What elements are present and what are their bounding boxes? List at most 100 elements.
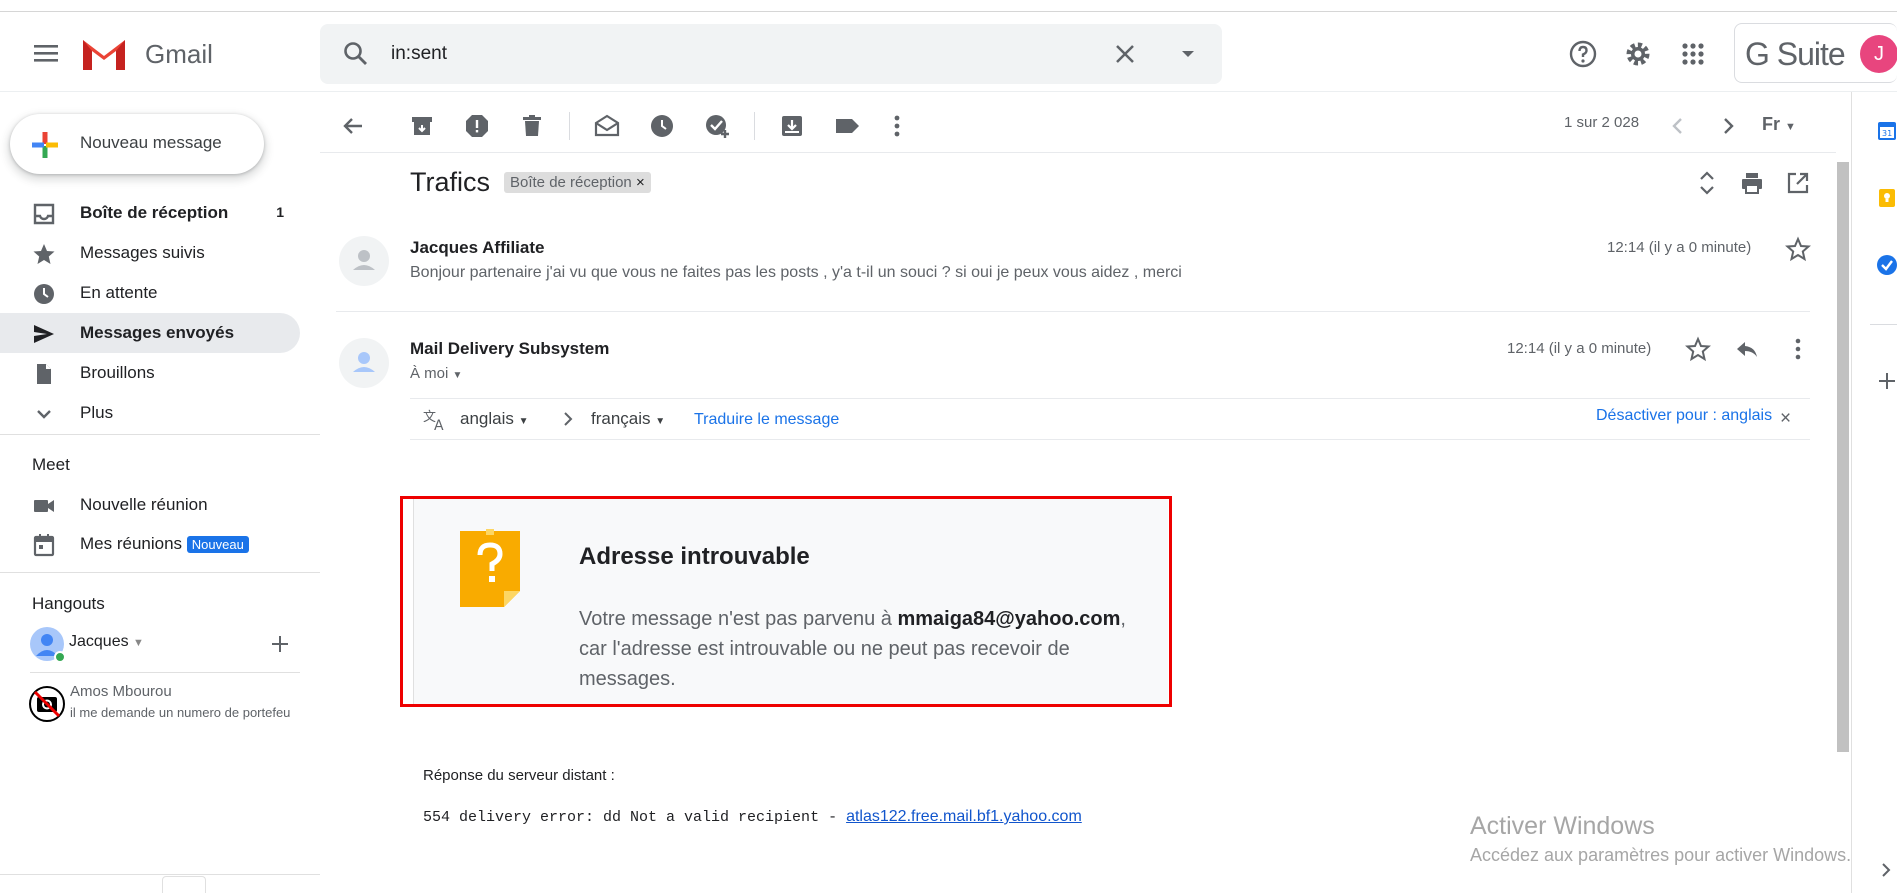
contact-name[interactable]: Amos Mbourou	[70, 683, 172, 700]
remove-label-icon[interactable]: ×	[636, 174, 645, 191]
apps-grid-icon[interactable]	[1677, 38, 1709, 70]
star-icon[interactable]	[1785, 236, 1811, 262]
hangouts-tab[interactable]	[162, 876, 206, 893]
chevron-right-icon[interactable]	[1714, 112, 1742, 140]
search-bar[interactable]: in:sent	[320, 24, 1222, 84]
archive-icon[interactable]	[408, 112, 436, 140]
print-icon[interactable]	[1739, 170, 1765, 196]
target-language: français	[591, 409, 651, 428]
translate-bar: 文A anglais ▼ français ▼ Traduire le mess…	[410, 398, 1810, 440]
chevron-right-icon	[558, 409, 578, 429]
snooze-clock-icon[interactable]	[648, 112, 676, 140]
svg-text:31: 31	[1882, 129, 1892, 138]
nav-item-more[interactable]: Plus	[0, 393, 300, 433]
search-options-icon[interactable]	[1176, 42, 1200, 66]
nav-item-sent[interactable]: Messages envoyés	[0, 313, 300, 353]
hangouts-user[interactable]: Jacques ▼	[69, 633, 144, 651]
server-link[interactable]: atlas122.free.mail.bf1.yahoo.com	[846, 808, 1082, 825]
language-code: Fr	[1762, 114, 1780, 134]
caret-down-icon: ▼	[518, 416, 529, 427]
move-to-icon[interactable]	[778, 112, 806, 140]
server-response: 554 delivery error: dd Not a valid recip…	[423, 808, 1082, 826]
calendar-icon	[32, 533, 56, 557]
divider	[0, 434, 320, 435]
close-icon[interactable]	[1113, 42, 1137, 66]
expand-all-icon[interactable]	[1694, 170, 1720, 196]
nav-item-starred[interactable]: Messages suivis	[0, 233, 300, 273]
hangouts-heading: Hangouts	[32, 594, 105, 613]
close-icon[interactable]: ×	[1780, 408, 1791, 430]
disable-translation-link[interactable]: Désactiver pour : anglais	[1596, 407, 1772, 425]
sender-avatar[interactable]	[339, 338, 389, 388]
add-task-icon[interactable]	[703, 112, 731, 140]
clock-icon	[32, 282, 56, 306]
gmail-logo-icon[interactable]	[80, 34, 128, 72]
nav-item-label: Messages envoyés	[80, 323, 235, 342]
plus-icon	[30, 130, 60, 160]
label-chip[interactable]: Boîte de réception ×	[504, 172, 651, 193]
search-input[interactable]: in:sent	[391, 43, 447, 65]
nav-item-label: Boîte de réception	[80, 203, 229, 222]
bounce-email: mmaiga84@yahoo.com	[897, 608, 1121, 630]
svg-text:A: A	[434, 418, 444, 433]
main-menu-button[interactable]	[26, 38, 66, 68]
open-new-window-icon[interactable]	[1785, 170, 1811, 196]
help-icon[interactable]	[1567, 38, 1599, 70]
mark-unread-icon[interactable]	[593, 112, 621, 140]
contact-avatar[interactable]	[29, 686, 65, 722]
nav-item-snoozed[interactable]: En attente	[0, 273, 300, 313]
toolbar-separator	[569, 112, 570, 140]
sender-name[interactable]: Mail Delivery Subsystem	[410, 339, 609, 359]
sender-avatar[interactable]	[339, 236, 389, 286]
more-vert-icon[interactable]	[883, 112, 911, 140]
chevron-right-icon[interactable]	[1878, 860, 1894, 880]
label-tag-icon[interactable]	[833, 112, 861, 140]
bounce-title: Adresse introuvable	[579, 543, 810, 570]
search-icon[interactable]	[342, 40, 370, 68]
gsuite-account-button[interactable]: G Suite J	[1734, 23, 1897, 83]
divider	[0, 572, 320, 573]
contact-snippet: il me demande un numero de portefeu	[70, 705, 291, 720]
activation-watermark-title: Activer Windows	[1470, 812, 1655, 840]
message-snippet[interactable]: Bonjour partenaire j'ai vu que vous ne f…	[410, 264, 1182, 282]
input-tools-language[interactable]: Fr ▼	[1762, 114, 1796, 135]
more-vert-icon[interactable]	[1785, 336, 1811, 362]
source-language-select[interactable]: anglais ▼	[460, 409, 529, 429]
keep-icon[interactable]	[1876, 187, 1897, 209]
report-spam-icon[interactable]	[463, 112, 491, 140]
user-avatar[interactable]	[29, 626, 65, 662]
compose-button[interactable]: Nouveau message	[10, 114, 264, 174]
translate-icon: 文A	[422, 407, 448, 433]
bounce-text-before: Votre message n'est pas parvenu à	[579, 608, 898, 630]
source-language: anglais	[460, 409, 514, 428]
reply-icon[interactable]	[1734, 336, 1760, 362]
nav-item-drafts[interactable]: Brouillons	[0, 353, 300, 393]
app-name: Gmail	[145, 39, 213, 69]
scrollbar[interactable]	[1837, 162, 1849, 752]
settings-gear-icon[interactable]	[1622, 38, 1654, 70]
calendar-icon[interactable]: 31	[1876, 120, 1897, 142]
nav-item-label: Plus	[80, 403, 114, 422]
delete-trash-icon[interactable]	[518, 112, 546, 140]
nav-item-my-meetings[interactable]: Mes réunions Nouveau	[0, 524, 300, 564]
nav-item-label: Mes réunions Nouveau	[80, 534, 249, 554]
sender-name[interactable]: Jacques Affiliate	[410, 238, 544, 258]
thread-subject: Trafics	[410, 167, 490, 197]
nav-item-new-meeting[interactable]: Nouvelle réunion	[0, 485, 300, 525]
star-icon[interactable]	[1685, 336, 1711, 362]
tasks-icon[interactable]	[1876, 254, 1897, 276]
avatar[interactable]: J	[1860, 35, 1897, 73]
target-language-select[interactable]: français ▼	[591, 409, 665, 429]
recipient-details[interactable]: À moi ▼	[410, 365, 462, 382]
caret-down-icon: ▼	[655, 416, 666, 427]
chevron-down-icon	[32, 402, 56, 426]
chevron-left-icon[interactable]	[1664, 112, 1692, 140]
bounce-message: Votre message n'est pas parvenu à mmaiga…	[579, 604, 1159, 694]
message-divider	[336, 311, 1810, 312]
add-contact-plus-icon[interactable]	[269, 633, 291, 655]
translate-message-link[interactable]: Traduire le message	[694, 411, 839, 429]
caret-down-icon: ▼	[452, 370, 463, 381]
back-arrow-icon[interactable]	[339, 112, 367, 140]
nav-item-inbox[interactable]: Boîte de réception 1	[0, 193, 300, 233]
add-addon-plus-icon[interactable]	[1876, 370, 1897, 392]
